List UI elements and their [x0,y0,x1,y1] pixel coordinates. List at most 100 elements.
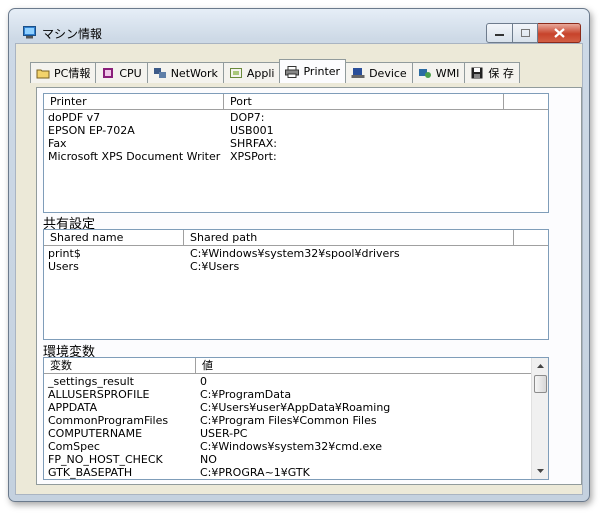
column-header-shared-path[interactable]: Shared path [184,230,514,245]
printer-name: EPSON EP-702A [48,124,135,137]
main-window: マシン情報 PC情報 CPU NetWork Appli Printer Dev… [8,8,590,502]
client-area: PC情報 CPU NetWork Appli Printer Device WM… [15,43,583,495]
list-item[interactable]: CommonProgramFiles C:¥Program Files¥Commo… [44,414,532,427]
share-name: Users [48,260,79,273]
env-value: C:¥Users¥user¥AppData¥Roaming [200,401,391,414]
env-name: FP_NO_HOST_CHECK [48,453,163,466]
share-path: C:¥Windows¥system32¥spool¥drivers [190,247,400,260]
printer-rows: doPDF v7 DOP7: EPSON EP-702A USB001 Fax SHR… [44,111,548,163]
list-item[interactable]: Microsoft XPS Document Writer XPSPort: [44,150,548,163]
tab-appli[interactable]: Appli [222,62,281,83]
column-header-filler [514,230,548,245]
column-header-variable[interactable]: 変数 [44,358,196,373]
minimize-button[interactable] [486,23,513,43]
save-icon [471,67,483,79]
printer-port: USB001 [230,124,274,137]
env-value: C:¥Windows¥system32¥cmd.exe [200,440,383,453]
list-item[interactable]: doPDF v7 DOP7: [44,111,548,124]
printer-port: XPSPort: [230,150,277,163]
tab-cpu[interactable]: CPU [95,62,148,83]
share-name: print$ [48,247,81,260]
scroll-up-button[interactable] [532,358,548,374]
minimize-icon [495,34,504,36]
list-item[interactable]: GTK_BASEPATH C:¥PROGRA~1¥GTK [44,466,532,479]
chevron-down-icon [536,469,544,473]
printer-name: Microsoft XPS Document Writer [48,150,221,163]
env-name: CommonProgramFiles [48,414,169,427]
appli-icon [229,68,242,78]
shares-rows: print$ C:¥Windows¥system32¥spool¥drivers … [44,247,548,273]
title-bar[interactable]: マシン情報 [9,9,589,43]
chevron-up-icon [536,364,544,368]
folder-icon [36,69,50,79]
env-list-header: 変数 値 [44,358,532,374]
list-item[interactable]: EPSON EP-702A USB001 [44,124,548,137]
env-name: GTK_BASEPATH [48,466,133,479]
env-value: C:¥ProgramData [200,388,292,401]
tab-label: PC情報 [54,67,91,80]
list-item[interactable]: COMPUTERNAME USER-PC [44,427,532,440]
env-rows: _settings_result 0 ALLUSERSPROFILE C:¥Prog… [44,375,532,479]
shares-list[interactable]: Shared name Shared path print$ C:¥Windows… [43,229,549,340]
tab-save[interactable]: 保 存 [464,62,520,83]
device-icon [351,68,365,78]
list-item[interactable]: ALLUSERSPROFILE C:¥ProgramData [44,388,532,401]
list-item[interactable]: Fax SHRFAX: [44,137,548,150]
shares-list-header: Shared name Shared path [44,230,548,246]
tab-device[interactable]: Device [345,62,413,83]
window-title: マシン情報 [42,27,103,41]
list-item[interactable]: _settings_result 0 [44,375,532,388]
list-item[interactable]: Users C:¥Users [44,260,548,273]
env-value: C:¥PROGRA~1¥GTK [200,466,310,479]
printer-port: SHRFAX: [230,137,277,150]
env-name: APPDATA [48,401,98,414]
printer-port: DOP7: [230,111,265,124]
caption-buttons [486,23,581,43]
maximize-icon [520,29,530,37]
tab-label: NetWork [170,66,218,80]
tab-label: WMI [435,66,460,80]
tab-label: CPU [119,66,142,80]
tab-label: Appli [246,66,275,80]
printer-list[interactable]: Printer Port doPDF v7 DOP7: EPSON EP-702A… [43,93,549,213]
list-item[interactable]: ComSpec C:¥Windows¥system32¥cmd.exe [44,440,532,453]
tab-label: Printer [303,65,341,78]
env-list[interactable]: 変数 値 _settings_result 0 ALLUSERSPROFILE C:… [43,357,549,480]
column-header-value[interactable]: 値 [196,358,532,373]
column-header-port[interactable]: Port [224,94,504,109]
wmi-icon [418,69,431,78]
printer-tab-panel: Printer Port doPDF v7 DOP7: EPSON EP-702A… [36,87,582,485]
share-path: C:¥Users [190,260,240,273]
tab-pc-info[interactable]: PC情報 [30,62,97,83]
close-button[interactable] [538,23,581,43]
tab-wmi[interactable]: WMI [411,62,466,83]
printer-list-header: Printer Port [44,94,548,110]
list-item[interactable]: APPDATA C:¥Users¥user¥AppData¥Roaming [44,401,532,414]
env-name: ComSpec [48,440,100,453]
printer-name: doPDF v7 [48,111,101,124]
list-item[interactable]: FP_NO_HOST_CHECK NO [44,453,532,466]
env-name: ALLUSERSPROFILE [48,388,150,401]
env-value: USER-PC [200,427,248,440]
maximize-button[interactable] [513,23,538,43]
column-header-shared-name[interactable]: Shared name [44,230,184,245]
env-name: COMPUTERNAME [48,427,143,440]
scroll-down-button[interactable] [532,463,548,479]
chip-icon [103,68,114,78]
scroll-thumb[interactable] [534,375,547,393]
column-header-printer[interactable]: Printer [44,94,224,109]
list-item[interactable]: print$ C:¥Windows¥system32¥spool¥drivers [44,247,548,260]
env-scrollbar[interactable] [531,358,548,479]
tab-strip: PC情報 CPU NetWork Appli Printer Device WM… [30,59,520,83]
env-value: C:¥Program Files¥Common Files [200,414,377,427]
env-value: NO [200,453,217,466]
tab-label: 保 存 [488,67,514,80]
tab-label: Device [369,66,407,80]
tab-network[interactable]: NetWork [146,62,224,83]
env-value: 0 [200,375,207,388]
network-icon [153,68,166,78]
tab-printer[interactable]: Printer [279,59,347,83]
printer-name: Fax [48,137,67,150]
printer-icon [285,65,300,78]
app-icon [23,26,36,39]
